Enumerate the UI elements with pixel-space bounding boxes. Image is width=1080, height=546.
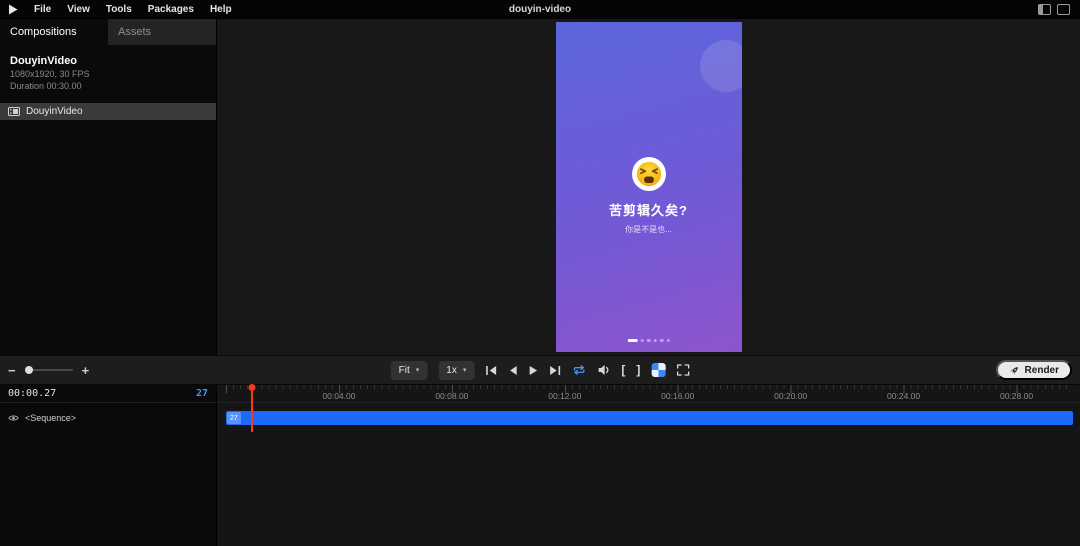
sequence-clip-label: 27	[227, 412, 241, 424]
pagination-dot	[646, 338, 651, 342]
playhead-layer	[226, 384, 1073, 546]
composition-name: DouyinVideo	[10, 55, 78, 67]
transparency-toggle-button[interactable]	[651, 363, 666, 377]
pagination-dot-active	[627, 338, 638, 342]
composition-film-icon	[8, 107, 20, 116]
ruler-tick-label: 00:28.00	[999, 391, 1034, 401]
volume-icon	[598, 365, 609, 375]
composition-duration: Duration 00:30.00	[10, 81, 82, 91]
playback-rate-label: 1x	[446, 364, 457, 376]
previous-frame-icon	[509, 365, 517, 375]
loop-toggle-button[interactable]	[571, 364, 586, 376]
set-in-point-button[interactable]: [	[621, 364, 625, 376]
menu-help[interactable]: Help	[202, 2, 240, 17]
loop-icon	[573, 365, 585, 375]
menu-bar-right	[1038, 3, 1080, 15]
remotion-studio-window: File View Tools Packages Help douyin-vid…	[0, 0, 1080, 546]
ruler-tick-label: 00:16.00	[661, 391, 695, 401]
timeline: 00:00.27 27 <Sequence> 00:04.00 00:08.00…	[0, 384, 1080, 546]
pagination-dots	[627, 338, 670, 342]
pagination-dot	[653, 338, 657, 342]
play-icon	[529, 365, 537, 375]
tab-compositions[interactable]: Compositions	[0, 19, 108, 45]
toggle-bottom-panel-icon[interactable]	[1057, 3, 1070, 15]
jump-to-start-button[interactable]	[485, 365, 497, 376]
chevron-down-icon: ▾	[462, 367, 467, 374]
toggle-left-panel-icon[interactable]	[1038, 3, 1051, 15]
sidebar: Compositions Assets DouyinVideo 1080x192…	[0, 19, 217, 355]
next-frame-icon	[549, 365, 560, 375]
video-canvas: 苦剪辑久矣? 你是不是也...	[555, 22, 742, 352]
volume-button[interactable]	[597, 364, 610, 376]
fit-dropdown[interactable]: Fit ▾	[390, 360, 428, 380]
set-out-point-button[interactable]: ]	[636, 364, 640, 376]
canvas-heading: 苦剪辑久矣?	[609, 203, 688, 218]
ruler-tick-label: 00:20.00	[774, 391, 808, 401]
canvas-subheading: 你是不是也...	[625, 225, 672, 234]
zoom-controls: − +	[8, 364, 89, 377]
timeline-left-panel: 00:00.27 27 <Sequence>	[0, 385, 217, 546]
menu-bar: File View Tools Packages Help douyin-vid…	[0, 0, 1080, 19]
current-time: 00:00.27	[8, 388, 57, 399]
pagination-dot	[659, 338, 664, 342]
skip-to-start-icon	[485, 365, 496, 375]
pagination-dot	[640, 338, 644, 342]
composition-item-label: DouyinVideo	[26, 106, 83, 117]
track-header[interactable]: <Sequence>	[0, 411, 216, 425]
pagination-dot	[666, 338, 670, 342]
menu-view[interactable]: View	[59, 2, 98, 17]
tab-assets[interactable]: Assets	[108, 19, 216, 45]
canvas-content: 苦剪辑久矣? 你是不是也...	[556, 22, 742, 352]
weary-face-emoji-icon	[636, 161, 661, 187]
preview-area: 苦剪辑久矣? 你是不是也...	[217, 19, 1080, 355]
ruler-tick-label: 00:12.00	[548, 391, 582, 401]
sequence-track-row: 27	[217, 411, 1080, 425]
previous-frame-button[interactable]	[508, 365, 517, 376]
menu-bar-left: File View Tools Packages Help	[0, 2, 240, 17]
emoji-badge	[631, 157, 666, 191]
rocket-icon	[1009, 366, 1018, 375]
composition-info: DouyinVideo 1080x1920, 30 FPS Duration 0…	[0, 45, 216, 97]
menu-file[interactable]: File	[26, 2, 59, 17]
window-title: douyin-video	[508, 3, 572, 15]
timeline-tracks-area: 00:04.00 00:08.00 00:12.00 00:16.00 00:2…	[217, 384, 1080, 546]
fit-dropdown-label: Fit	[398, 364, 410, 376]
main-area: Compositions Assets DouyinVideo 1080x192…	[0, 19, 1080, 355]
ruler-tick-label: 00:04.00	[322, 391, 356, 401]
visibility-eye-icon[interactable]	[8, 414, 19, 422]
zoom-out-button[interactable]: −	[8, 364, 16, 377]
sequence-clip[interactable]: 27	[226, 411, 1073, 425]
play-button[interactable]	[528, 365, 537, 376]
zoom-slider-handle[interactable]	[24, 366, 33, 374]
checkerboard-icon	[651, 363, 666, 377]
current-frame-counter[interactable]: 27	[196, 388, 208, 399]
fullscreen-icon	[676, 364, 690, 376]
playback-rate-dropdown[interactable]: 1x ▾	[438, 360, 475, 380]
fullscreen-button[interactable]	[676, 364, 690, 376]
ruler-tick-label: 00:08.00	[435, 391, 469, 401]
playback-toolbar: − + Fit ▾ 1x ▾ [] Render	[0, 355, 1080, 385]
ruler-ticks: 00:04.00 00:08.00 00:12.00 00:16.00 00:2…	[226, 385, 1073, 402]
menu-tools[interactable]: Tools	[98, 2, 140, 17]
composition-specs: 1080x1920, 30 FPS	[10, 69, 90, 79]
render-button-label: Render	[1024, 364, 1059, 376]
timecode-row: 00:00.27 27	[0, 385, 216, 403]
chevron-down-icon: ▾	[415, 367, 420, 374]
sidebar-tabs: Compositions Assets	[0, 19, 216, 45]
timeline-ruler[interactable]: 00:04.00 00:08.00 00:12.00 00:16.00 00:2…	[217, 385, 1080, 403]
app-logo-icon[interactable]	[8, 4, 18, 15]
render-button[interactable]: Render	[995, 360, 1072, 380]
zoom-slider[interactable]	[24, 366, 73, 374]
menu-packages[interactable]: Packages	[140, 2, 202, 17]
next-frame-button[interactable]	[548, 365, 560, 376]
transport-controls: Fit ▾ 1x ▾ []	[390, 360, 690, 380]
track-name: <Sequence>	[25, 413, 77, 423]
composition-list-item[interactable]: DouyinVideo	[0, 103, 216, 120]
zoom-in-button[interactable]: +	[82, 364, 90, 377]
ruler-tick-label: 00:24.00	[887, 391, 921, 401]
